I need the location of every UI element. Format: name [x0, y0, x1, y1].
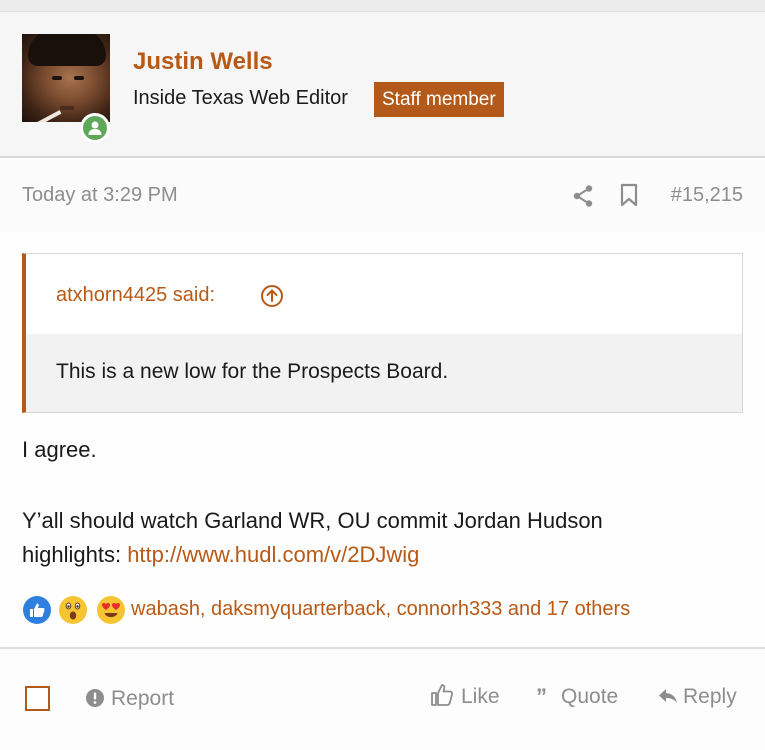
select-post-checkbox[interactable] [25, 686, 50, 711]
message-text-prefix: highlights: [22, 542, 128, 567]
like-icon[interactable] [430, 682, 454, 708]
user-name[interactable]: Justin Wells [133, 48, 273, 76]
post-timestamp[interactable]: Today at 3:29 PM [22, 184, 178, 207]
avatar-eye [74, 76, 84, 80]
share-icon[interactable] [572, 184, 594, 208]
post-number[interactable]: #15,215 [671, 184, 743, 207]
online-status-icon [80, 113, 110, 143]
staff-badge: Staff member [374, 82, 504, 117]
highlight-link[interactable]: http://www.hudl.com/v/2DJwig [127, 542, 419, 567]
message-text: Y’all should watch Garland WR, OU commit… [22, 508, 603, 533]
avatar-mouth [60, 106, 74, 110]
quote-button[interactable]: Quote [561, 685, 618, 709]
reply-button[interactable]: Reply [683, 685, 737, 709]
go-to-quoted-icon[interactable] [260, 284, 284, 308]
user-icon [88, 121, 102, 135]
wow-reaction-icon[interactable] [58, 595, 88, 625]
quote-marks-icon[interactable]: ” [536, 684, 547, 710]
love-reaction-icon[interactable] [96, 595, 126, 625]
like-reaction-icon[interactable] [22, 595, 52, 625]
avatar-eye [52, 76, 62, 80]
like-button[interactable]: Like [461, 685, 500, 709]
quote-text: This is a new low for the Prospects Boar… [56, 360, 449, 383]
quote-body: This is a new low for the Prospects Boar… [26, 334, 742, 412]
reaction-users-link[interactable]: wabash, daksmyquarterback, connorh333 an… [131, 598, 630, 621]
avatar-hair [28, 34, 106, 66]
message-text: I agree. [22, 437, 97, 462]
report-button[interactable]: Report [111, 687, 174, 711]
user-title: Inside Texas Web Editor [133, 87, 348, 109]
user-block: Justin Wells Inside Texas Web Editor Sta… [0, 12, 765, 158]
avatar-cigarette [36, 110, 62, 122]
reply-icon[interactable] [657, 686, 679, 706]
quote-block: atxhorn4425 said: This is a new low for … [22, 253, 743, 413]
report-icon[interactable] [85, 688, 105, 708]
bookmark-icon[interactable] [620, 183, 638, 207]
post-meta: Today at 3:29 PM [0, 160, 765, 232]
message-text: highlights: http://www.hudl.com/v/2DJwig [22, 542, 419, 568]
quote-author[interactable]: atxhorn4425 said: [56, 284, 215, 307]
avatar[interactable] [22, 34, 110, 122]
top-strip [0, 0, 765, 12]
